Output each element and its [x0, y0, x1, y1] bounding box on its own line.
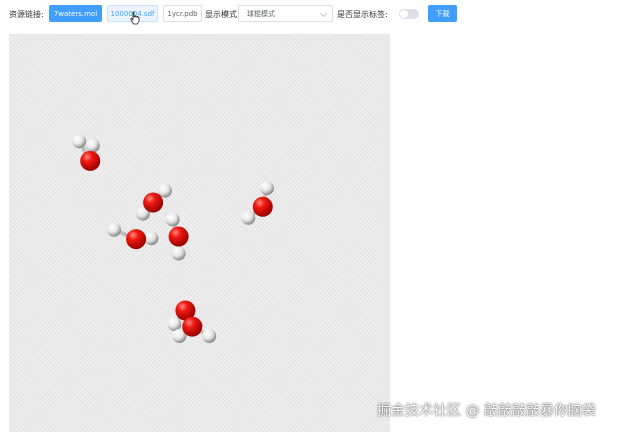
chevron-down-icon [319, 9, 328, 18]
show-labels-switch[interactable] [399, 9, 419, 19]
hydrogen-atom-7 [260, 181, 274, 196]
toolbar: 资源链接: 7waters.mol 1000004.sdf 1ycr.pdb 显… [0, 0, 640, 28]
display-mode-value: 球棍模式 [247, 9, 275, 18]
molecule-canvas[interactable] [9, 34, 390, 432]
watermark: 掘金技术社区 @ 敲敲敲敲暴你脑袋 [377, 403, 596, 419]
oxygen-atom-18 [182, 316, 203, 337]
hydrogen-atom-8 [241, 210, 256, 225]
molecule-viewer[interactable] [9, 34, 390, 432]
hydrogen-atom-2 [85, 138, 100, 153]
hydrogen-atom-1 [72, 134, 87, 149]
oxygen-atom-6 [252, 196, 273, 217]
file-button-1ycr[interactable]: 1ycr.pdb [163, 5, 202, 22]
display-mode-select[interactable]: 球棍模式 [238, 5, 333, 22]
show-labels-label: 是否显示标签: [337, 10, 388, 19]
oxygen-atom-9 [126, 229, 147, 250]
download-button[interactable]: 下载 [428, 5, 457, 22]
hand-cursor-icon [130, 11, 140, 25]
oxygen-atom-0 [80, 150, 101, 171]
hydrogen-atom-11 [144, 231, 159, 246]
hydrogen-atom-10 [107, 222, 121, 237]
hydrogen-atom-20 [202, 329, 217, 343]
display-mode-label: 显示模式: [205, 10, 240, 19]
hydrogen-atom-16 [167, 317, 182, 332]
hydrogen-atom-13 [165, 212, 180, 227]
file-button-7waters[interactable]: 7waters.mol [49, 5, 102, 22]
oxygen-atom-12 [168, 226, 189, 247]
hydrogen-atom-14 [171, 246, 186, 261]
resource-label: 资源链接: [9, 10, 44, 19]
oxygen-atom-3 [143, 192, 164, 213]
switch-knob [400, 10, 408, 18]
atoms-layer [72, 134, 274, 343]
